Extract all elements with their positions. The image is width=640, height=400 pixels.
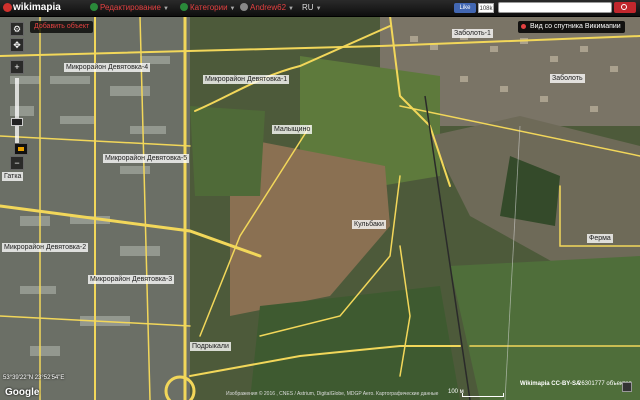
- chevron-down-icon: ▼: [162, 6, 169, 12]
- top-bar: wikimapia Редактирование ▼ Категории ▼ And…: [0, 0, 640, 17]
- map-label-village[interactable]: Подрыкали: [190, 342, 231, 351]
- map-label-village[interactable]: Заболоть: [550, 74, 585, 83]
- language-menu[interactable]: RU ▼: [302, 0, 322, 16]
- facebook-like-button[interactable]: Like: [454, 3, 476, 13]
- wikimapia-logo-icon[interactable]: [3, 3, 12, 12]
- pan-icon[interactable]: ✥: [10, 38, 24, 52]
- map-label-district[interactable]: Микрорайон Девятовка-3: [88, 275, 175, 284]
- map-label-district[interactable]: Микрорайон Девятовка-1: [203, 75, 290, 84]
- globe-icon: [180, 3, 188, 11]
- map-canvas[interactable]: [0, 16, 640, 400]
- satellite-view-button[interactable]: Вид со спутника Викимапии: [518, 21, 625, 33]
- map-attribution[interactable]: Изображения © 2016 , CNES / Astrium, Dig…: [226, 391, 438, 397]
- language-label: RU: [302, 3, 314, 12]
- layers-icon[interactable]: [14, 143, 28, 155]
- map-label-village[interactable]: Малыщино: [272, 125, 313, 134]
- categories-menu[interactable]: Категории ▼: [180, 0, 236, 16]
- scale-bar: [462, 393, 504, 397]
- user-menu-label: Andrew62: [250, 3, 287, 12]
- coordinates-readout: 53°39'22"N 23°52'54"E: [3, 375, 65, 381]
- settings-icon[interactable]: ⚙: [10, 22, 24, 36]
- map-label-district[interactable]: Микрорайон Девятовка-4: [64, 63, 151, 72]
- chevron-down-icon: ▼: [315, 6, 322, 12]
- map-label-object[interactable]: Ферма: [587, 234, 613, 243]
- add-object-button[interactable]: Добавить объект: [30, 21, 94, 33]
- logo-text[interactable]: wikimapia: [13, 0, 61, 16]
- user-menu[interactable]: Andrew62 ▼: [240, 0, 294, 16]
- zoom-slider-handle[interactable]: [11, 118, 23, 126]
- facebook-like-count: 108k: [478, 3, 494, 13]
- user-icon: [240, 3, 248, 11]
- chevron-down-icon: ▼: [288, 6, 294, 12]
- edit-menu-label: Редактирование: [100, 3, 161, 12]
- zoom-control: ⚙ ✥ + −: [10, 22, 24, 190]
- map-label-district[interactable]: Микрорайон Девятовка-5: [103, 154, 190, 163]
- satellite-map[interactable]: Микрорайон Девятовка-4 Микрорайон Девято…: [0, 16, 640, 400]
- globe-icon: [90, 3, 98, 11]
- map-label-district[interactable]: Микрорайон Девятовка-2: [2, 243, 89, 252]
- chevron-down-icon: ▼: [229, 6, 236, 12]
- map-label-village[interactable]: Кульбаки: [352, 220, 386, 229]
- map-label-village[interactable]: Заболоть-1: [452, 29, 493, 38]
- edit-menu[interactable]: Редактирование ▼: [90, 0, 169, 16]
- google-logo: Google: [5, 387, 40, 398]
- licence-link[interactable]: Wikimapia CC-BY-SA: [520, 381, 580, 387]
- zoom-out-button[interactable]: −: [10, 156, 24, 170]
- categories-menu-label: Категории: [190, 3, 228, 12]
- search-input[interactable]: [498, 2, 612, 13]
- search-button[interactable]: [614, 2, 636, 13]
- zoom-in-button[interactable]: +: [10, 60, 24, 74]
- fullscreen-icon[interactable]: [622, 382, 632, 392]
